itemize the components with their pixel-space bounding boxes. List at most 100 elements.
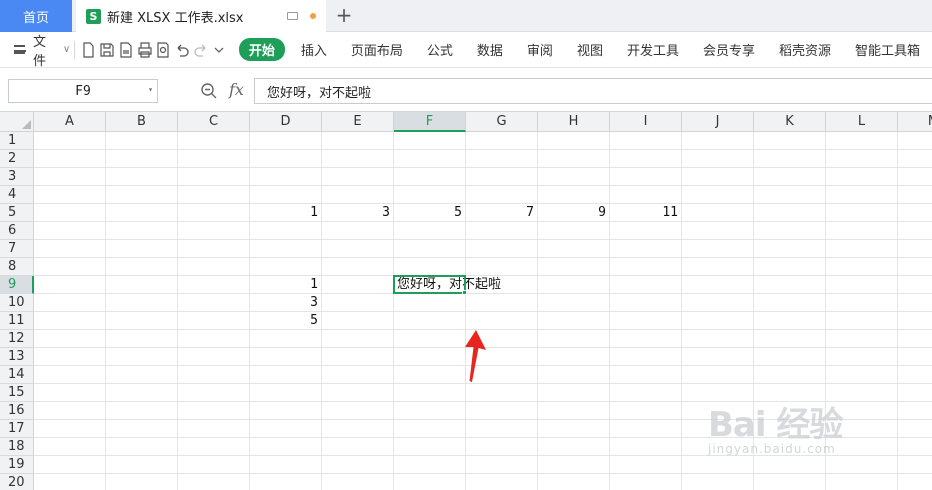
row-header-11[interactable]: 11: [0, 312, 34, 330]
cell-B13[interactable]: [106, 348, 178, 366]
cell-M11[interactable]: [898, 312, 932, 330]
cell-J8[interactable]: [682, 258, 754, 276]
cell-H14[interactable]: [538, 366, 610, 384]
cell-I7[interactable]: [610, 240, 682, 258]
cell-C20[interactable]: [178, 474, 250, 490]
column-header-L[interactable]: L: [826, 112, 898, 132]
cell-G20[interactable]: [466, 474, 538, 490]
cell-A14[interactable]: [34, 366, 106, 384]
cell-H8[interactable]: [538, 258, 610, 276]
cell-J1[interactable]: [682, 132, 754, 150]
cell-D16[interactable]: [250, 402, 322, 420]
cell-G2[interactable]: [466, 150, 538, 168]
cell-J14[interactable]: [682, 366, 754, 384]
cell-I8[interactable]: [610, 258, 682, 276]
cell-I11[interactable]: [610, 312, 682, 330]
cell-H18[interactable]: [538, 438, 610, 456]
cell-I17[interactable]: [610, 420, 682, 438]
cell-D1[interactable]: [250, 132, 322, 150]
cell-A17[interactable]: [34, 420, 106, 438]
cell-I3[interactable]: [610, 168, 682, 186]
cell-G19[interactable]: [466, 456, 538, 474]
menu-item-4[interactable]: 数据: [465, 40, 515, 59]
cell-D19[interactable]: [250, 456, 322, 474]
cell-L8[interactable]: [826, 258, 898, 276]
cell-I12[interactable]: [610, 330, 682, 348]
cell-E8[interactable]: [322, 258, 394, 276]
fx-icon[interactable]: fx: [229, 80, 244, 99]
cell-B10[interactable]: [106, 294, 178, 312]
cell-F8[interactable]: [394, 258, 466, 276]
cell-F2[interactable]: [394, 150, 466, 168]
cell-B17[interactable]: [106, 420, 178, 438]
cell-K12[interactable]: [754, 330, 826, 348]
cell-M19[interactable]: [898, 456, 932, 474]
cell-C4[interactable]: [178, 186, 250, 204]
cell-I2[interactable]: [610, 150, 682, 168]
cell-B14[interactable]: [106, 366, 178, 384]
row-header-16[interactable]: 16: [0, 402, 34, 420]
cell-C19[interactable]: [178, 456, 250, 474]
cell-H3[interactable]: [538, 168, 610, 186]
cell-L5[interactable]: [826, 204, 898, 222]
cell-L19[interactable]: [826, 456, 898, 474]
row-header-20[interactable]: 20: [0, 474, 34, 490]
cell-E17[interactable]: [322, 420, 394, 438]
cell-G11[interactable]: [466, 312, 538, 330]
cell-K14[interactable]: [754, 366, 826, 384]
print-icon[interactable]: [135, 38, 154, 62]
row-header-9[interactable]: 9: [0, 276, 34, 294]
cell-B12[interactable]: [106, 330, 178, 348]
column-header-C[interactable]: C: [178, 112, 250, 132]
cell-A16[interactable]: [34, 402, 106, 420]
cell-D2[interactable]: [250, 150, 322, 168]
cell-I6[interactable]: [610, 222, 682, 240]
fill-handle[interactable]: [462, 290, 467, 295]
cell-J6[interactable]: [682, 222, 754, 240]
menu-item-9[interactable]: 稻壳资源: [767, 40, 843, 59]
cell-B4[interactable]: [106, 186, 178, 204]
cell-F15[interactable]: [394, 384, 466, 402]
undo-icon[interactable]: [173, 38, 192, 62]
cell-C2[interactable]: [178, 150, 250, 168]
cell-J19[interactable]: [682, 456, 754, 474]
cell-C13[interactable]: [178, 348, 250, 366]
name-box[interactable]: F9 ▾: [8, 79, 158, 103]
cell-C3[interactable]: [178, 168, 250, 186]
cell-K7[interactable]: [754, 240, 826, 258]
row-header-5[interactable]: 5: [0, 204, 34, 222]
cell-I10[interactable]: [610, 294, 682, 312]
cell-J5[interactable]: [682, 204, 754, 222]
cell-E4[interactable]: [322, 186, 394, 204]
column-header-G[interactable]: G: [466, 112, 538, 132]
file-menu[interactable]: 文件 ∨: [0, 31, 70, 69]
cell-I1[interactable]: [610, 132, 682, 150]
cell-K10[interactable]: [754, 294, 826, 312]
cell-E1[interactable]: [322, 132, 394, 150]
cell-D17[interactable]: [250, 420, 322, 438]
cell-E7[interactable]: [322, 240, 394, 258]
cell-H12[interactable]: [538, 330, 610, 348]
cell-F3[interactable]: [394, 168, 466, 186]
cell-M9[interactable]: [898, 276, 932, 294]
cell-K19[interactable]: [754, 456, 826, 474]
cell-G4[interactable]: [466, 186, 538, 204]
menu-item-6[interactable]: 视图: [565, 40, 615, 59]
cell-I4[interactable]: [610, 186, 682, 204]
cell-E5[interactable]: 3: [322, 204, 394, 222]
cell-E9[interactable]: [322, 276, 394, 294]
cell-K2[interactable]: [754, 150, 826, 168]
cell-C17[interactable]: [178, 420, 250, 438]
row-header-3[interactable]: 3: [0, 168, 34, 186]
cell-F16[interactable]: [394, 402, 466, 420]
cell-C7[interactable]: [178, 240, 250, 258]
cell-H17[interactable]: [538, 420, 610, 438]
cell-K6[interactable]: [754, 222, 826, 240]
cell-C8[interactable]: [178, 258, 250, 276]
cell-A4[interactable]: [34, 186, 106, 204]
cell-M10[interactable]: [898, 294, 932, 312]
cell-D6[interactable]: [250, 222, 322, 240]
cell-D13[interactable]: [250, 348, 322, 366]
cell-B16[interactable]: [106, 402, 178, 420]
dropdown-arrow-icon[interactable]: ▾: [148, 85, 153, 94]
